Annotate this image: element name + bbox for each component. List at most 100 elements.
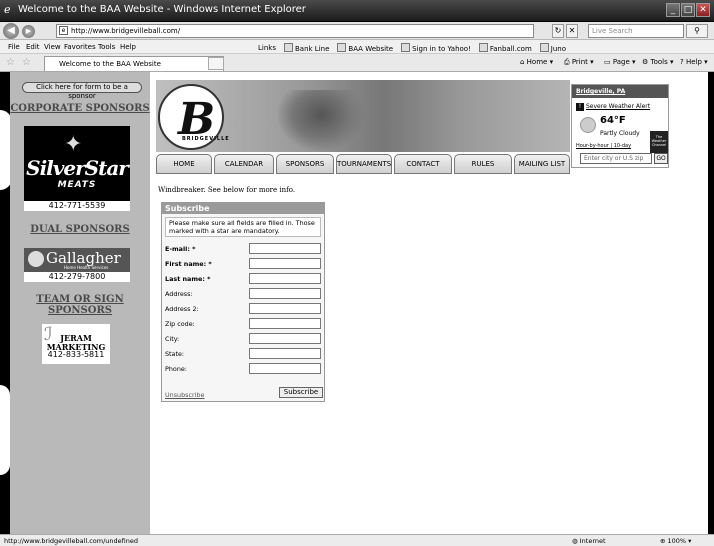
jeram-mark-icon: ℐ	[44, 324, 53, 345]
minimize-button[interactable]: _	[666, 3, 680, 17]
print-button[interactable]: ⎙ Print ▾	[564, 58, 594, 67]
menu-help[interactable]: Help	[120, 43, 136, 51]
address-bar: ◀ ▶ e http://www.bridgevilleball.com/ ↻ …	[0, 22, 714, 40]
weather-alert-link[interactable]: ! Severe Weather Alert	[576, 103, 650, 111]
nav-home[interactable]: HOME	[156, 154, 212, 174]
close-button[interactable]: ✕	[696, 3, 710, 17]
city-row: City:	[165, 333, 323, 345]
partly-cloudy-icon	[580, 117, 596, 133]
yahoo-icon	[401, 43, 411, 52]
unsubscribe-link[interactable]: Unsubscribe	[165, 391, 204, 399]
email-field[interactable]	[249, 243, 321, 254]
home-button[interactable]: ⌂ Home ▾	[520, 58, 553, 66]
link-baa-website[interactable]: BAA Website	[337, 43, 393, 53]
player-photo	[276, 90, 366, 152]
menu-edit[interactable]: Edit	[26, 43, 40, 51]
tools-button[interactable]: ⚙ Tools ▾	[642, 58, 674, 66]
nav-tournaments[interactable]: TOURNAMENTS	[336, 154, 392, 174]
address2-field[interactable]	[249, 303, 321, 314]
gallagher-logo[interactable]: Gallagher Home Health Services	[24, 248, 130, 272]
address2-label: Address 2:	[165, 305, 199, 313]
url-field[interactable]: e http://www.bridgevilleball.com/	[56, 24, 534, 38]
subscribe-button[interactable]: Subscribe	[279, 387, 323, 398]
weather-forecast-links[interactable]: Hour-by-hour | 10-day	[576, 143, 631, 149]
security-zone: ◍ Internet	[572, 537, 606, 545]
star-icon: ✦	[64, 132, 83, 157]
maximize-button[interactable]: □	[681, 3, 695, 17]
header-banner: B BRIDGEVILLE	[156, 80, 570, 152]
menu-file[interactable]: File	[8, 43, 20, 51]
window-titlebar: ℯ Welcome to the BAA Website - Windows I…	[0, 0, 714, 22]
weather-channel-logo[interactable]: The Weather Channel	[650, 131, 668, 153]
zoom-icon: ⊕	[660, 537, 668, 545]
team-sponsors-heading-line1[interactable]: TEAM OR SIGN	[10, 294, 150, 305]
weather-condition: Partly Cloudy	[600, 130, 640, 137]
sponsor-form-button[interactable]: Click here for form to be a sponsor	[22, 82, 142, 100]
nav-calendar[interactable]: CALENDAR	[214, 154, 274, 174]
links-toolbar: Links Bank Line BAA Website Sign in to Y…	[258, 43, 566, 53]
add-favorites-icon[interactable]: ☆	[22, 57, 31, 68]
team-sponsors-heading-line2[interactable]: SPONSORS	[10, 305, 150, 316]
email-row: E-mail: *	[165, 243, 323, 255]
weather-location[interactable]: Bridgeville, PA	[572, 85, 668, 98]
link-juno[interactable]: Juno	[539, 43, 566, 53]
menu-tools[interactable]: Tools	[98, 43, 115, 51]
zip-row: Zip code:	[165, 318, 323, 330]
refresh-button[interactable]: ↻	[552, 24, 564, 38]
nav-mailing-list[interactable]: MAILING LIST	[514, 154, 570, 174]
weather-temp: 64°F	[600, 115, 626, 126]
sponsor-sidebar: Click here for form to be a sponsor CORP…	[10, 72, 150, 534]
links-label: Links	[258, 44, 276, 52]
link-fanball[interactable]: Fanball.com	[478, 43, 532, 53]
tab-baa-website[interactable]: Welcome to the BAA Website	[44, 56, 224, 71]
link-bank-line[interactable]: Bank Line	[283, 43, 329, 53]
nav-sponsors[interactable]: SPONSORS	[276, 154, 334, 174]
stop-button[interactable]: ✕	[566, 24, 578, 38]
status-bar: http://www.bridgevilleball.com/undefined…	[0, 534, 714, 546]
silverstar-phone: 412-771-5539	[24, 201, 130, 211]
first-name-field[interactable]	[249, 258, 321, 269]
zip-field[interactable]	[249, 318, 321, 329]
gallagher-phone: 412-279-7800	[24, 272, 130, 282]
subscribe-heading: Subscribe	[162, 203, 324, 214]
silverstar-logo[interactable]: ✦ SilverStar MEATS	[24, 126, 130, 202]
fanball-icon	[478, 43, 488, 52]
search-input[interactable]: Live Search	[588, 24, 684, 38]
nav-contact[interactable]: CONTACT	[394, 154, 452, 174]
last-name-field[interactable]	[249, 273, 321, 284]
window-title: Welcome to the BAA Website - Windows Int…	[18, 4, 306, 15]
favorites-star-icon[interactable]: ☆	[6, 57, 15, 68]
city-field[interactable]	[249, 333, 321, 344]
page-icon: e	[59, 26, 68, 35]
zip-label: Zip code:	[165, 320, 195, 328]
new-tab-button[interactable]	[208, 57, 224, 70]
nav-rules[interactable]: RULES	[454, 154, 512, 174]
zoom-level[interactable]: ⊕ 100% ▾	[660, 537, 691, 545]
screen-edge-curve	[0, 385, 10, 475]
state-row: State:	[165, 348, 323, 360]
zip-input[interactable]: Enter city or U.S zip	[580, 153, 652, 164]
baseball-logo: B BRIDGEVILLE	[158, 84, 229, 150]
menu-favorites[interactable]: Favorites	[64, 43, 96, 51]
address-field[interactable]	[249, 288, 321, 299]
state-label: State:	[165, 350, 185, 358]
first-name-row: First name: *	[165, 258, 323, 270]
jeram-logo[interactable]: ℐ JERAM MARKETING 412-833-5811	[42, 324, 110, 364]
help-button[interactable]: ? Help ▾	[680, 58, 708, 66]
search-icon[interactable]: ⚲	[686, 24, 708, 38]
phone-field[interactable]	[249, 363, 321, 374]
address-label: Address:	[165, 290, 193, 298]
forward-button[interactable]: ▶	[22, 25, 35, 38]
zip-go-button[interactable]: GO	[654, 153, 668, 164]
page-icon	[337, 43, 347, 52]
phone-row: Phone:	[165, 363, 323, 375]
dual-sponsors-heading[interactable]: DUAL SPONSORS	[10, 224, 150, 235]
corporate-sponsors-heading[interactable]: CORPORATE SPONSORS	[10, 103, 150, 114]
menu-view[interactable]: View	[44, 43, 61, 51]
alert-icon: !	[576, 103, 584, 111]
juno-icon	[539, 43, 549, 52]
state-field[interactable]	[249, 348, 321, 359]
page-button[interactable]: ▭ Page ▾	[604, 58, 636, 66]
link-yahoo[interactable]: Sign in to Yahoo!	[401, 43, 471, 53]
back-button[interactable]: ◀	[3, 23, 19, 39]
